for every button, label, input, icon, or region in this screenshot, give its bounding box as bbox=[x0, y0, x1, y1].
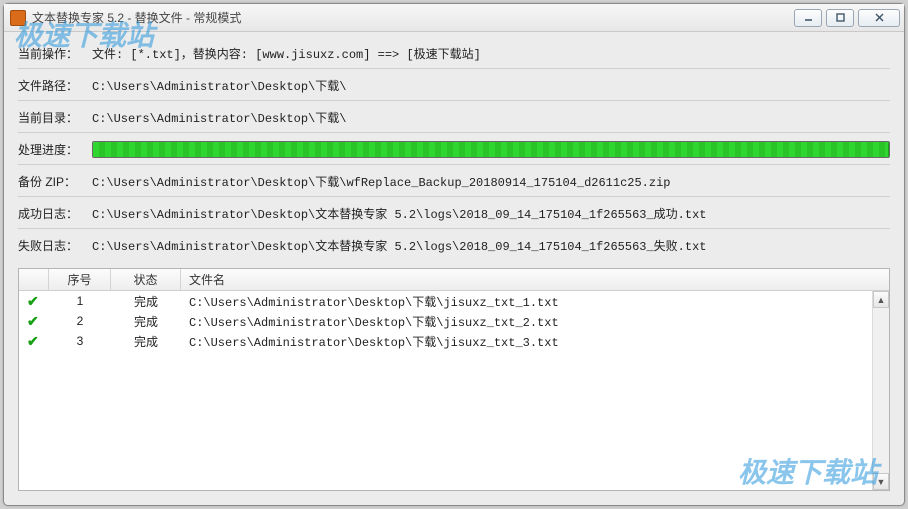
titlebar[interactable]: 文本替换专家 5.2 - 替换文件 - 常规模式 bbox=[4, 4, 904, 32]
divider bbox=[18, 100, 890, 101]
label-backup-zip: 备份 ZIP： bbox=[18, 173, 92, 190]
progress-bar bbox=[92, 141, 890, 158]
check-icon: ✔ bbox=[27, 293, 39, 309]
file-table: 序号 状态 文件名 ✔ 1 完成 C:\Users\Administrator\… bbox=[18, 268, 890, 491]
label-success-log: 成功日志： bbox=[18, 205, 92, 222]
label-file-path: 文件路径： bbox=[18, 77, 92, 94]
check-icon: ✔ bbox=[27, 333, 39, 349]
row-progress: 处理进度： bbox=[18, 136, 890, 162]
progress-fill bbox=[93, 142, 889, 157]
info-panel: 当前操作： 文件: [*.txt]，替换内容: [www.jisuxz.com]… bbox=[4, 32, 904, 262]
cell-index: 1 bbox=[49, 294, 111, 308]
window-title: 文本替换专家 5.2 - 替换文件 - 常规模式 bbox=[32, 9, 241, 26]
scroll-track[interactable] bbox=[873, 308, 889, 473]
th-index[interactable]: 序号 bbox=[49, 269, 111, 290]
label-progress: 处理进度： bbox=[18, 141, 92, 158]
row-current-dir: 当前目录： C:\Users\Administrator\Desktop\下载\ bbox=[18, 104, 890, 130]
th-check[interactable] bbox=[19, 269, 49, 290]
check-icon: ✔ bbox=[27, 313, 39, 329]
cell-status: 完成 bbox=[111, 333, 181, 350]
th-status[interactable]: 状态 bbox=[111, 269, 181, 290]
value-success-log: C:\Users\Administrator\Desktop\文本替换专家 5.… bbox=[92, 205, 707, 222]
minimize-button[interactable] bbox=[794, 9, 822, 27]
cell-index: 3 bbox=[49, 334, 111, 348]
row-backup-zip: 备份 ZIP： C:\Users\Administrator\Desktop\下… bbox=[18, 168, 890, 194]
scroll-up-button[interactable]: ▲ bbox=[873, 291, 889, 308]
cell-status: 完成 bbox=[111, 293, 181, 310]
table-header: 序号 状态 文件名 bbox=[19, 269, 889, 291]
vertical-scrollbar[interactable]: ▲ ▼ bbox=[872, 291, 889, 490]
cell-file: C:\Users\Administrator\Desktop\下载\jisuxz… bbox=[181, 293, 889, 310]
minimize-icon bbox=[803, 12, 814, 23]
scroll-down-button[interactable]: ▼ bbox=[873, 473, 889, 490]
value-fail-log: C:\Users\Administrator\Desktop\文本替换专家 5.… bbox=[92, 237, 707, 254]
maximize-icon bbox=[835, 12, 846, 23]
table-body: ✔ 1 完成 C:\Users\Administrator\Desktop\下载… bbox=[19, 291, 889, 490]
label-fail-log: 失败日志： bbox=[18, 237, 92, 254]
value-backup-zip: C:\Users\Administrator\Desktop\下载\wfRepl… bbox=[92, 173, 671, 190]
cell-file: C:\Users\Administrator\Desktop\下载\jisuxz… bbox=[181, 333, 889, 350]
cell-index: 2 bbox=[49, 314, 111, 328]
value-file-path: C:\Users\Administrator\Desktop\下载\ bbox=[92, 77, 346, 94]
cell-status: 完成 bbox=[111, 313, 181, 330]
value-current-dir: C:\Users\Administrator\Desktop\下载\ bbox=[92, 109, 346, 126]
table-row[interactable]: ✔ 1 完成 C:\Users\Administrator\Desktop\下载… bbox=[19, 291, 889, 311]
row-success-log: 成功日志： C:\Users\Administrator\Desktop\文本替… bbox=[18, 200, 890, 226]
close-button[interactable] bbox=[858, 9, 900, 27]
cell-file: C:\Users\Administrator\Desktop\下载\jisuxz… bbox=[181, 313, 889, 330]
label-current-operation: 当前操作： bbox=[18, 45, 92, 62]
table-row[interactable]: ✔ 2 完成 C:\Users\Administrator\Desktop\下载… bbox=[19, 311, 889, 331]
th-file[interactable]: 文件名 bbox=[181, 269, 889, 290]
divider bbox=[18, 132, 890, 133]
maximize-button[interactable] bbox=[826, 9, 854, 27]
app-window: 文本替换专家 5.2 - 替换文件 - 常规模式 当前操作： 文件: [*.tx… bbox=[3, 3, 905, 506]
row-fail-log: 失败日志： C:\Users\Administrator\Desktop\文本替… bbox=[18, 232, 890, 258]
divider bbox=[18, 164, 890, 165]
app-icon bbox=[10, 10, 26, 26]
table-row[interactable]: ✔ 3 完成 C:\Users\Administrator\Desktop\下载… bbox=[19, 331, 889, 351]
value-current-operation: 文件: [*.txt]，替换内容: [www.jisuxz.com] ==> [… bbox=[92, 45, 481, 62]
row-current-operation: 当前操作： 文件: [*.txt]，替换内容: [www.jisuxz.com]… bbox=[18, 40, 890, 66]
close-icon bbox=[874, 12, 885, 23]
divider bbox=[18, 196, 890, 197]
row-file-path: 文件路径： C:\Users\Administrator\Desktop\下载\ bbox=[18, 72, 890, 98]
label-current-dir: 当前目录： bbox=[18, 109, 92, 126]
divider bbox=[18, 228, 890, 229]
divider bbox=[18, 68, 890, 69]
